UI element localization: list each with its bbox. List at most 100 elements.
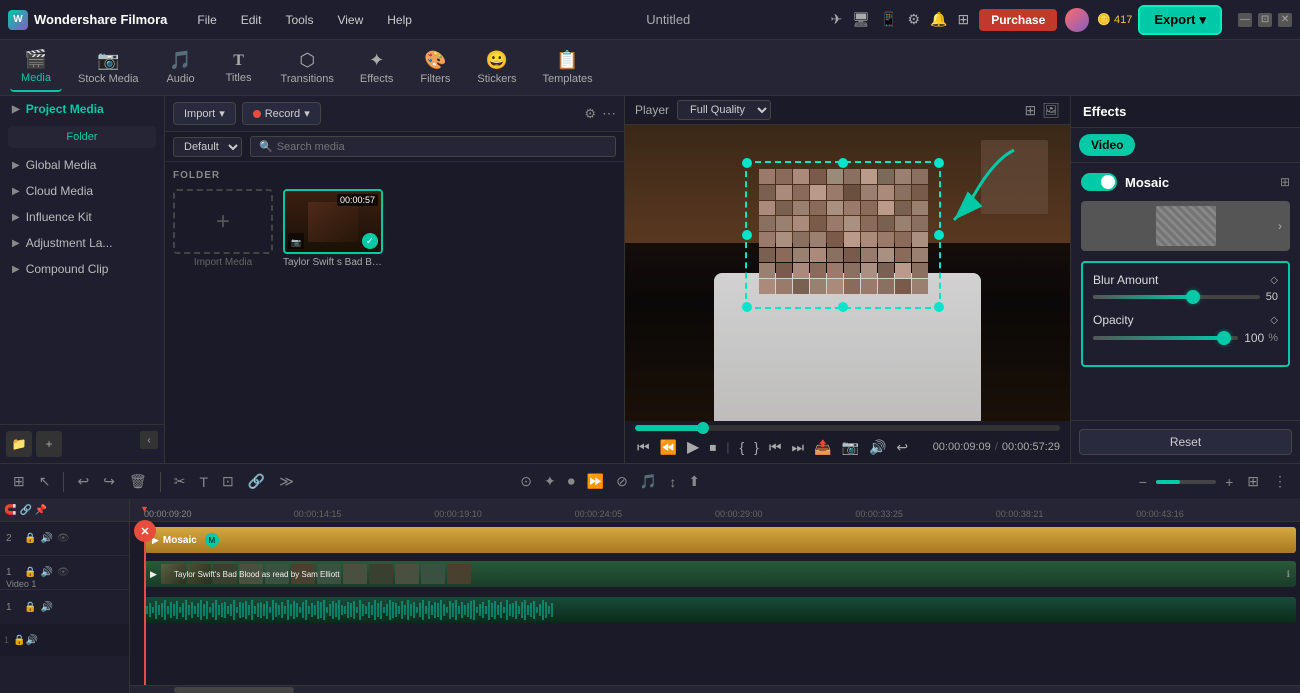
tab-templates[interactable]: 📋 Templates [532, 44, 602, 91]
import-media-zone[interactable]: + [173, 189, 273, 254]
record-tl-button[interactable]: ⏺ [563, 470, 580, 493]
track-a1-lock[interactable]: 🔒 [24, 602, 36, 613]
tab-transitions[interactable]: ⬡ Transitions [271, 44, 344, 91]
next-clip-button[interactable]: ⏭ [789, 437, 806, 458]
menu-help[interactable]: Help [377, 9, 422, 31]
layout-button[interactable]: ⊞ [1242, 470, 1264, 493]
volume-button[interactable]: 🔊 [867, 437, 888, 458]
snapshot-button[interactable]: 📷 [840, 437, 861, 458]
collapse-panel-button[interactable]: ‹ [140, 431, 158, 449]
group-icon[interactable]: ⊞ [8, 470, 30, 493]
export-button[interactable]: Export ▾ [1140, 7, 1220, 33]
minimize-button[interactable]: — [1238, 13, 1252, 27]
magnet-icon[interactable]: 🧲 [4, 505, 16, 516]
track-v1-audio[interactable]: 🔊 [40, 567, 52, 578]
prev-clip-button[interactable]: ⏮ [767, 437, 784, 458]
share-icon[interactable]: ✈ [829, 9, 845, 30]
track-v2-audio[interactable]: 🔊 [40, 533, 52, 544]
split-button[interactable]: ≫ [274, 470, 299, 493]
menu-view[interactable]: View [327, 9, 373, 31]
tab-stickers[interactable]: 😀 Stickers [467, 44, 526, 91]
opacity-slider-track[interactable] [1093, 336, 1238, 340]
purchase-button[interactable]: Purchase [979, 9, 1057, 31]
add-folder-button[interactable]: 📁 [6, 431, 32, 457]
menu-tools[interactable]: Tools [275, 9, 323, 31]
track-v1-lock[interactable]: 🔒 [24, 567, 36, 578]
progress-thumb[interactable] [697, 422, 709, 434]
playhead-x-icon[interactable]: ✕ [134, 520, 156, 542]
blur-slider-thumb[interactable] [1186, 290, 1200, 304]
timeline-scrollbar[interactable] [130, 685, 1300, 693]
grid-icon[interactable]: ⊞ [955, 9, 971, 30]
text-button[interactable]: T [194, 471, 213, 493]
sidebar-folder[interactable]: Folder [8, 126, 156, 148]
filter-icon[interactable]: ⚙ [584, 106, 596, 122]
cut-button[interactable]: ✂ [169, 470, 191, 493]
track-v1-eye[interactable]: 👁 [57, 567, 70, 578]
detach-audio-button[interactable]: ↕ [664, 470, 681, 493]
sidebar-item-cloud-media[interactable]: ▶ Cloud Media [0, 178, 164, 204]
mark-in-button[interactable]: { [737, 437, 746, 457]
sidebar-item-adjustment[interactable]: ▶ Adjustment La... [0, 230, 164, 256]
sidebar-item-global-media[interactable]: ▶ Global Media [0, 152, 164, 178]
mosaic-preview[interactable]: › [1081, 201, 1290, 251]
settings-tl-button[interactable]: ⋮ [1268, 470, 1292, 493]
tab-stock-media[interactable]: 📷 Stock Media [68, 44, 149, 91]
blur-keyframe-icon[interactable]: ◇ [1270, 275, 1278, 286]
user-avatar[interactable] [1065, 8, 1089, 32]
record-button[interactable]: Record ▾ [242, 102, 321, 125]
opacity-keyframe-icon[interactable]: ◇ [1270, 315, 1278, 326]
monitor-icon[interactable]: 🖥 [850, 9, 872, 30]
link-tracks-icon[interactable]: 🔗 [19, 505, 31, 516]
stop-button[interactable]: ⏹ [707, 437, 718, 458]
effects-tab-video[interactable]: Video [1079, 134, 1135, 156]
tab-titles[interactable]: T Titles [213, 46, 265, 90]
scroll-thumb[interactable] [174, 687, 294, 693]
zoom-in-button[interactable]: + [1220, 471, 1238, 493]
clip-to-track-button[interactable]: 📤 [812, 437, 833, 458]
quality-select[interactable]: Full Quality [677, 100, 771, 120]
more-options-icon[interactable]: ⋯ [602, 105, 616, 122]
track-v2-lock[interactable]: 🔒 [24, 533, 36, 544]
audio-waveform-clip[interactable] [144, 597, 1296, 623]
undo-button[interactable]: ↩ [72, 470, 94, 493]
layout-grid-icon[interactable]: ⊞ [1024, 102, 1036, 119]
playhead-lock-icon[interactable]: 📌 [35, 505, 47, 516]
search-input[interactable] [277, 141, 607, 153]
media-clip-item[interactable]: 00:00:57 📷 ✓ Taylor Swift s Bad Blo... [283, 189, 383, 268]
sidebar-item-project-media[interactable]: ▶ Project Media [0, 96, 164, 122]
tab-effects[interactable]: ✦ Effects [350, 44, 403, 91]
progress-bar[interactable] [635, 425, 1060, 431]
audio-track-sound[interactable]: 🔊 [25, 635, 37, 646]
sidebar-item-influence-kit[interactable]: ▶ Influence Kit [0, 204, 164, 230]
settings-icon[interactable]: ⚙ [905, 9, 922, 30]
tab-media[interactable]: 🎬 Media [10, 43, 62, 92]
audio-track-lock[interactable]: 🔒 [13, 635, 25, 646]
mosaic-clip[interactable]: ▶ Mosaic M [144, 527, 1296, 553]
video-main-clip[interactable]: ▶ [144, 561, 1296, 587]
close-button[interactable]: ✕ [1278, 13, 1292, 27]
import-button[interactable]: Import ▾ [173, 102, 236, 125]
track-v2-eye[interactable]: 👁 [57, 533, 70, 544]
tab-audio[interactable]: 🎵 Audio [155, 44, 207, 91]
photo-icon[interactable]: 🖼 [1042, 102, 1060, 119]
crop-button[interactable]: ⊡ [217, 470, 239, 493]
add-item-button[interactable]: + [36, 431, 62, 457]
notification-icon[interactable]: 🔔 [928, 9, 949, 30]
sidebar-item-compound-clip[interactable]: ▶ Compound Clip [0, 256, 164, 282]
play-button[interactable]: ▶ [685, 435, 701, 459]
track-a1-audio[interactable]: 🔊 [40, 602, 52, 613]
more-controls-button[interactable]: ↩ [894, 437, 910, 458]
export-frame-button[interactable]: ⬆ [683, 470, 705, 493]
zoom-out-button[interactable]: − [1134, 471, 1152, 493]
redo-button[interactable]: ↪ [98, 470, 120, 493]
select-icon[interactable]: ↖ [34, 470, 56, 493]
step-back-button[interactable]: ⏪ [658, 437, 679, 458]
tab-filters[interactable]: 🎨 Filters [409, 44, 461, 91]
zoom-slider[interactable] [1156, 480, 1216, 484]
import-media-item[interactable]: + Import Media [173, 189, 273, 268]
freeze-button[interactable]: ⊙ [515, 470, 537, 493]
delete-button[interactable]: 🗑 [124, 470, 152, 493]
ai-cut-button[interactable]: ✦ [539, 470, 561, 493]
link-button[interactable]: 🔗 [243, 470, 270, 493]
